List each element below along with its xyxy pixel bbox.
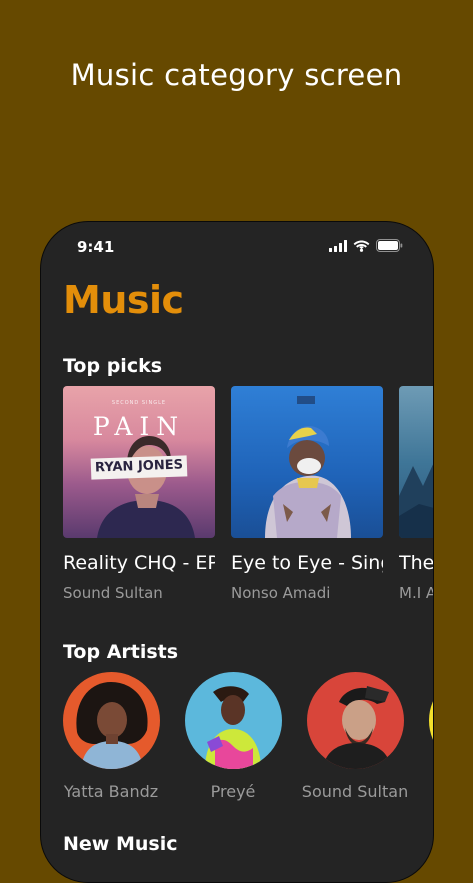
artist-name[interactable]: Yatta Bandz <box>50 782 172 801</box>
artist-name[interactable]: Preyé <box>172 782 294 801</box>
section-title-top-picks: Top picks <box>63 355 163 377</box>
artist-card[interactable]: Preyé <box>172 672 294 801</box>
signal-icon <box>329 239 347 252</box>
artist-avatar[interactable] <box>306 672 404 769</box>
artist-photo-illustration <box>75 682 148 769</box>
screen-caption: Music category screen <box>70 58 403 92</box>
album-title[interactable]: Eye to Eye - Single <box>231 552 383 574</box>
section-title-top-artists: Top Artists <box>63 641 179 663</box>
artist-avatar[interactable] <box>428 672 433 769</box>
top-pick-card[interactable]: The M.I A <box>399 386 433 602</box>
cover-artist-illustration <box>265 396 351 538</box>
album-artist[interactable]: Nonso Amadi <box>231 584 383 602</box>
top-artists-carousel[interactable]: Yatta Bandz Preyé Sound Sultan <box>62 672 433 802</box>
cover-landscape-illustration <box>399 464 433 538</box>
wifi-icon <box>353 240 370 252</box>
status-bar: 9:41 <box>41 222 433 266</box>
album-cover[interactable] <box>231 386 383 538</box>
album-cover[interactable]: SECOND SINGLE PAIN RYAN JONES <box>63 386 215 538</box>
artist-avatar[interactable] <box>62 672 160 769</box>
artist-name[interactable]: Sound Sultan <box>294 782 416 801</box>
album-cover[interactable] <box>399 386 433 538</box>
status-icons <box>329 239 403 252</box>
phone-frame: 9:41 Music Top picks SECOND SINGLE PAIN … <box>40 221 434 883</box>
status-time: 9:41 <box>77 238 115 256</box>
album-title[interactable]: The <box>399 552 433 574</box>
artist-card[interactable]: Yatta Bandz <box>50 672 172 801</box>
album-title[interactable]: Reality CHQ - EP <box>63 552 215 574</box>
top-picks-carousel[interactable]: SECOND SINGLE PAIN RYAN JONES Reality CH… <box>63 386 433 616</box>
artist-card[interactable]: Sound Sultan <box>294 672 416 801</box>
artist-avatar[interactable] <box>184 672 282 769</box>
album-artist[interactable]: M.I A <box>399 584 433 602</box>
album-artist[interactable]: Sound Sultan <box>63 584 215 602</box>
top-pick-card[interactable]: Eye to Eye - Single Nonso Amadi <box>231 386 383 602</box>
artist-photo-illustration <box>322 686 391 769</box>
battery-icon <box>376 239 403 252</box>
artist-card[interactable]: S <box>416 672 433 801</box>
top-pick-card[interactable]: SECOND SINGLE PAIN RYAN JONES Reality CH… <box>63 386 215 602</box>
artist-photo-illustration <box>204 686 261 769</box>
artist-name[interactable]: S <box>416 782 433 801</box>
page-title: Music <box>63 278 184 322</box>
